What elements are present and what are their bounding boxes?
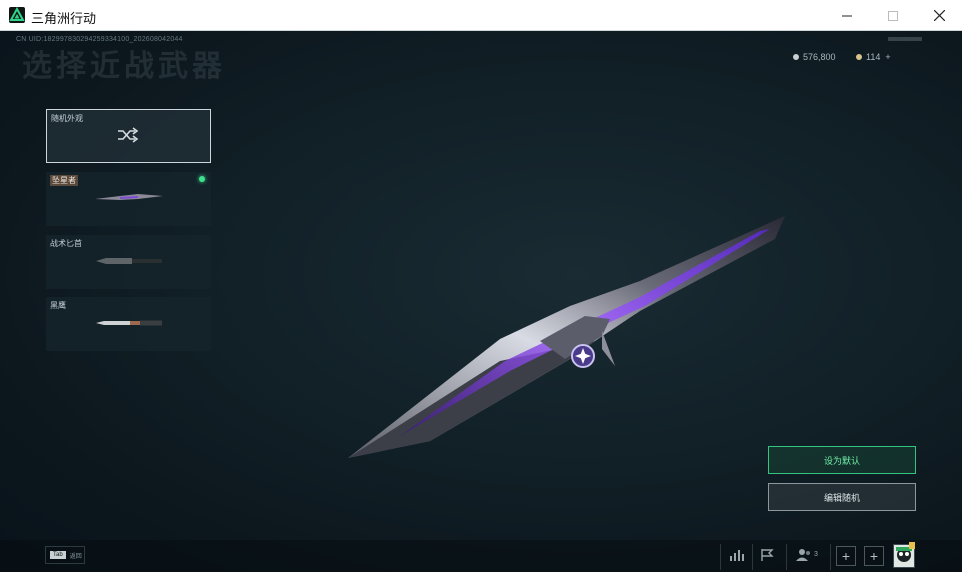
starfall-knife-render (348, 216, 785, 458)
divider (830, 544, 831, 570)
coin-icon (793, 54, 799, 60)
add-slot-button[interactable]: + (836, 546, 856, 566)
weapon-label: 随机外观 (51, 114, 83, 123)
starfall-knife-thumbnail (95, 194, 163, 200)
flag-icon[interactable] (760, 548, 776, 562)
friends-icon[interactable] (796, 548, 812, 562)
token-amount: 114 (866, 52, 881, 62)
page-title: 选择近战武器 (22, 49, 226, 84)
game-scene: CN UID:18299783029425933410​0_2026080420… (0, 31, 962, 572)
edit-random-button[interactable]: 编辑随机 (768, 483, 916, 511)
set-default-button[interactable]: 设为默认 (768, 446, 916, 474)
weapon-item-tactical-knife[interactable]: 战术匕首 (46, 235, 211, 289)
top-right-menu-icon[interactable] (888, 37, 922, 41)
divider (786, 544, 787, 570)
bottom-bar: Tab 返回 3 + + (0, 540, 962, 572)
close-button[interactable] (916, 0, 962, 31)
weapon-item-random[interactable]: 随机外观 (46, 109, 211, 163)
weapon-label: 坠星者 (50, 175, 78, 186)
black-hawk-knife-thumbnail (96, 320, 162, 326)
add-token-button[interactable]: + (885, 52, 890, 62)
divider (752, 544, 753, 570)
window-title: 三角洲行动 (31, 12, 97, 27)
equipped-indicator (199, 176, 205, 182)
stats-icon[interactable] (729, 548, 745, 562)
notification-badge-icon (909, 542, 915, 549)
weapon-item-black-hawk[interactable]: 黑鹰 (46, 297, 211, 351)
token-balance: 114 + (856, 52, 891, 62)
window-titlebar: 三角洲行动 (0, 0, 962, 31)
divider (720, 544, 721, 570)
coin-amount: 576,800 (803, 52, 836, 62)
tactical-knife-thumbnail (96, 258, 162, 264)
weapon-item-starfall[interactable]: 坠星者 (46, 172, 211, 226)
shuffle-icon (118, 127, 139, 143)
friends-count: 3 (814, 551, 818, 558)
tab-key-cap: Tab (50, 551, 66, 559)
maximize-button[interactable] (870, 0, 916, 31)
back-label: 返回 (69, 553, 82, 560)
add-slot-button[interactable]: + (864, 546, 884, 566)
token-icon (856, 54, 862, 60)
minimize-button[interactable] (824, 0, 870, 31)
app-logo-icon (9, 6, 25, 23)
back-key-hint[interactable]: Tab 返回 (45, 546, 85, 564)
weapon-label: 黑鹰 (50, 301, 66, 310)
weapon-label: 战术匕首 (50, 239, 82, 248)
coin-balance: 576,800 (793, 52, 836, 62)
